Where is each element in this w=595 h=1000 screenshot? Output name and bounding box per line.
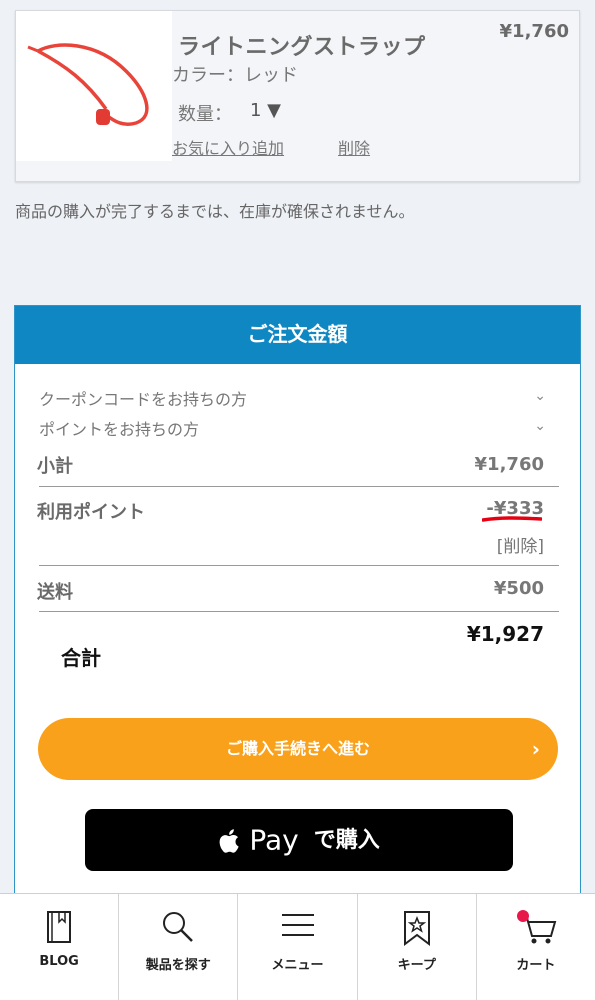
points-used-label: 利用ポイント: [37, 502, 145, 523]
nav-item-search[interactable]: 製品を探す: [119, 894, 239, 1000]
nav-item-keep[interactable]: キープ: [358, 894, 477, 1000]
order-summary-title: ご注文金額: [15, 306, 580, 364]
total-label: 合計: [61, 646, 101, 670]
add-favorite-link[interactable]: お気に入り追加: [172, 135, 284, 159]
blog-book-icon: [47, 911, 72, 943]
quantity-label: 数量：: [178, 104, 232, 125]
nav-label-blog: BLOG: [39, 954, 79, 969]
apple-pay-button[interactable]: Pay で購入: [85, 809, 513, 871]
coupon-toggle[interactable]: クーポンコードをお持ちの方: [39, 386, 247, 410]
total-value: ¥1,927: [466, 622, 544, 646]
cart-icon: [516, 910, 557, 944]
shipping-label: 送料: [37, 582, 73, 603]
divider: [39, 611, 559, 612]
divider: [39, 486, 559, 487]
delete-points-link[interactable]: [削除]: [497, 532, 544, 557]
product-color: カラー：レッド: [172, 65, 298, 86]
subtotal-value: ¥1,760: [474, 454, 544, 475]
nav-item-blog[interactable]: BLOG: [0, 894, 120, 1000]
product-name[interactable]: ライトニングストラップ: [178, 29, 426, 61]
nav-label-search: 製品を探す: [145, 958, 211, 973]
red-lanyard-strap-image: [27, 43, 149, 126]
menu-icon: [281, 914, 314, 936]
proceed-checkout-label: ご購入手続きへ進む: [225, 739, 370, 758]
nav-label-menu: メニュー: [271, 958, 324, 973]
cart-item-card: ライトニングストラップ ¥1,760 カラー：レッド 数量： 1 ▼ お気に入り…: [15, 10, 580, 182]
bottom-nav: BLOG 製品を探す メニュー キープ カート: [0, 893, 595, 1000]
bookmark-star-icon: [403, 911, 430, 946]
subtotal-label: 小計: [37, 456, 73, 477]
order-summary-panel: ご注文金額 クーポンコードをお持ちの方 ⌄ ポイントをお持ちの方 ⌄ 小計 ¥1…: [14, 305, 581, 895]
nav-label-keep: キープ: [397, 958, 436, 973]
nav-item-cart[interactable]: カート: [477, 894, 595, 1000]
chevron-down-icon[interactable]: ⌄: [534, 388, 546, 404]
quantity-select[interactable]: 1 ▼: [250, 100, 281, 121]
search-icon: [163, 912, 194, 942]
nav-label-cart: カート: [516, 958, 556, 973]
divider: [39, 565, 559, 566]
apple-logo-icon: [219, 828, 239, 853]
cart-badge: [516, 910, 529, 922]
apple-pay-suffix: で購入: [313, 827, 380, 853]
delete-item-link[interactable]: 削除: [338, 135, 370, 159]
shipping-value: ¥500: [493, 578, 544, 599]
product-image[interactable]: [16, 11, 172, 161]
red-underline-mark: [482, 516, 542, 522]
nav-item-menu[interactable]: メニュー: [238, 894, 358, 1000]
chevron-right-icon: ›: [531, 737, 540, 761]
apple-pay-wordmark: Pay: [249, 823, 299, 857]
product-price: ¥1,760: [499, 21, 569, 42]
chevron-down-icon[interactable]: ⌄: [534, 418, 546, 434]
proceed-checkout-button[interactable]: ご購入手続きへ進む ›: [38, 718, 558, 780]
stock-notice: 商品の購入が完了するまでは、在庫が確保されません。: [15, 202, 415, 221]
points-toggle[interactable]: ポイントをお持ちの方: [39, 416, 199, 440]
